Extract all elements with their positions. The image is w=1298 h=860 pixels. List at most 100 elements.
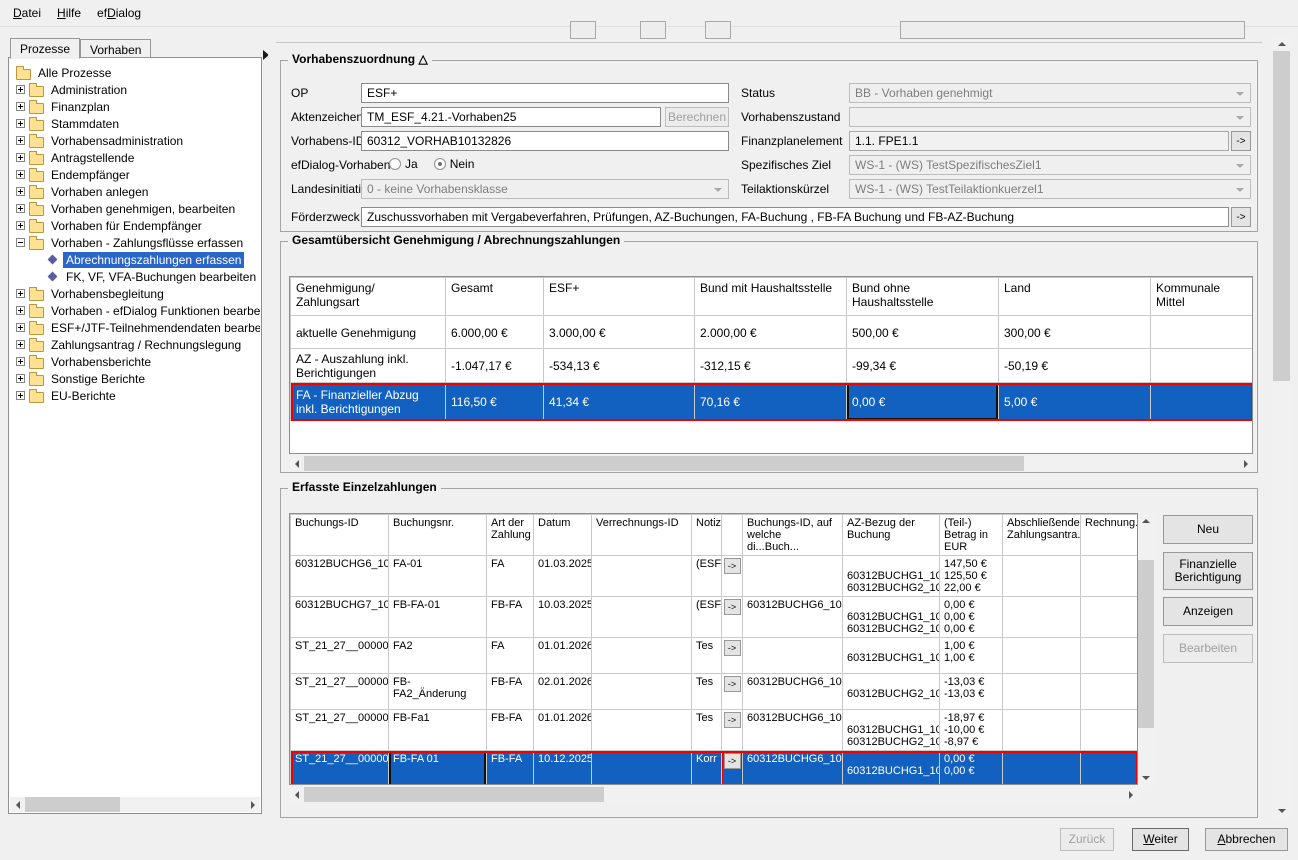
expand-plus-icon[interactable] xyxy=(16,119,25,128)
scroll-left-icon[interactable] xyxy=(10,797,25,812)
expand-plus-icon[interactable] xyxy=(16,374,25,383)
scrollbar-thumb[interactable] xyxy=(1138,560,1154,728)
scrollbar-track[interactable] xyxy=(25,797,245,812)
scrollbar-thumb[interactable] xyxy=(304,787,604,802)
tree-item-label[interactable]: Stammdaten xyxy=(48,116,122,132)
tree-item-teilnehmendendaten[interactable]: ESF+/JTF-Teilnehmendendaten bearbeiten xyxy=(10,319,260,336)
tree-item-vorhaben-anlegen[interactable]: Vorhaben anlegen xyxy=(10,183,260,200)
tab-vorhaben[interactable]: Vorhaben xyxy=(80,39,151,58)
scrollbar-track[interactable] xyxy=(1138,528,1154,770)
main-vertical-scrollbar[interactable] xyxy=(1273,36,1290,818)
tree-item-antragstellende[interactable]: Antragstellende xyxy=(10,149,260,166)
scroll-down-icon[interactable] xyxy=(1138,770,1154,785)
menu-hilfe[interactable]: Hilfe xyxy=(49,0,89,26)
tree-item-eu-berichte[interactable]: EU-Berichte xyxy=(10,387,260,404)
tree-item-label[interactable]: Alle Prozesse xyxy=(35,65,114,81)
tree-item-label[interactable]: Finanzplan xyxy=(48,99,113,115)
tree-item-label[interactable]: Endempfänger xyxy=(48,167,133,183)
table-row-aktuelle-genehmigung[interactable]: aktuelle Genehmigung 6.000,00 € 3.000,00… xyxy=(291,316,1253,349)
tree-item-label[interactable]: Zahlungsantrag / Rechnungslegung xyxy=(48,337,244,353)
scroll-left-icon[interactable] xyxy=(289,456,304,471)
tree-item-label[interactable]: Administration xyxy=(48,82,130,98)
table-row[interactable]: 60312BUCHG7_1013 FB-FA-01 FB-FA 10.03.20… xyxy=(291,597,1138,638)
table-row[interactable]: ST_21_27__000000 FA2 FA 01.01.2026 Tes -… xyxy=(291,638,1138,674)
tree-item-label[interactable]: Vorhaben - efDialog Funktionen bearbeite… xyxy=(48,303,260,319)
tree-item-label[interactable]: ESF+/JTF-Teilnehmendendaten bearbeiten xyxy=(48,320,260,336)
foerderzweck-goto-button[interactable]: -> xyxy=(1231,207,1251,227)
scrollbar-track[interactable] xyxy=(1273,51,1290,803)
expand-plus-icon[interactable] xyxy=(16,102,25,111)
notiz-detail-button[interactable]: -> xyxy=(724,753,741,769)
tree-item-sonstige-berichte[interactable]: Sonstige Berichte xyxy=(10,370,260,387)
tree-item-label[interactable]: Vorhabensberichte xyxy=(48,354,154,370)
notiz-detail-button[interactable]: -> xyxy=(724,640,741,656)
scrollbar-thumb[interactable] xyxy=(25,797,120,812)
finanzplanelement-goto-button[interactable]: -> xyxy=(1231,131,1251,151)
tree-item-vorhaben-genehmigen[interactable]: Vorhaben genehmigen, bearbeiten xyxy=(10,200,260,217)
tree-item-alle-prozesse[interactable]: Alle Prozesse xyxy=(10,64,260,81)
scroll-up-icon[interactable] xyxy=(1138,513,1154,528)
overview-horizontal-scrollbar[interactable] xyxy=(289,456,1253,471)
expand-plus-icon[interactable] xyxy=(16,306,25,315)
tree-item-label[interactable]: Vorhaben - Zahlungsflüsse erfassen xyxy=(48,235,246,251)
tree-item-stammdaten[interactable]: Stammdaten xyxy=(10,115,260,132)
expand-plus-icon[interactable] xyxy=(16,391,25,400)
scrollbar-track[interactable] xyxy=(304,456,1238,471)
tree-item-label[interactable]: Vorhaben für Endempfänger xyxy=(48,218,205,234)
tree-item-label[interactable]: EU-Berichte xyxy=(48,388,119,404)
expand-plus-icon[interactable] xyxy=(16,340,25,349)
scroll-right-icon[interactable] xyxy=(1123,787,1138,802)
expand-plus-icon[interactable] xyxy=(16,153,25,162)
scroll-left-icon[interactable] xyxy=(289,787,304,802)
tree-item-label[interactable]: Vorhaben anlegen xyxy=(48,184,151,200)
op-field[interactable]: ESF+ xyxy=(361,83,729,103)
tree-item-zahlungsantrag[interactable]: Zahlungsantrag / Rechnungslegung xyxy=(10,336,260,353)
scroll-right-icon[interactable] xyxy=(1238,456,1253,471)
foerderzweck-field[interactable]: Zuschussvorhaben mit Vergabeverfahren, P… xyxy=(361,207,1229,227)
tree-item-label[interactable]: Sonstige Berichte xyxy=(48,371,148,387)
sidebar-horizontal-scrollbar[interactable] xyxy=(10,797,260,812)
expand-plus-icon[interactable] xyxy=(16,170,25,179)
expand-plus-icon[interactable] xyxy=(16,221,25,230)
payments-horizontal-scrollbar[interactable] xyxy=(289,787,1138,802)
tree-item-zahlungsfluesse-erfassen[interactable]: Vorhaben - Zahlungsflüsse erfassen xyxy=(10,234,260,251)
expand-plus-icon[interactable] xyxy=(16,204,25,213)
notiz-detail-button[interactable]: -> xyxy=(724,712,741,728)
tree-item-label[interactable]: Vorhabensbegleitung xyxy=(48,286,167,302)
scroll-up-icon[interactable] xyxy=(1273,36,1290,51)
tree-item-label[interactable]: FK, VF, VFA-Buchungen bearbeiten xyxy=(63,269,259,285)
abbrechen-button[interactable]: Abbrechen xyxy=(1205,828,1288,851)
table-row[interactable]: 60312BUCHG6_1013 FA-01 FA 01.03.2025 (ES… xyxy=(291,556,1138,597)
collapse-triangle-icon[interactable]: △ xyxy=(418,52,427,66)
aktenzeichen-field[interactable]: TM_ESF_4.21.-Vorhaben25 xyxy=(361,107,661,127)
menu-efdialog[interactable]: efDialog xyxy=(89,0,149,26)
scroll-right-icon[interactable] xyxy=(245,797,260,812)
vorhabens-id-field[interactable]: 60312_VORHAB10132826 xyxy=(361,131,729,151)
tree-item-vorhabensadministration[interactable]: Vorhabensadministration xyxy=(10,132,260,149)
table-row-selected[interactable]: ST_21_27__000000 FB-FA 01 FB-FA 10.12.20… xyxy=(291,751,1138,786)
table-row[interactable]: ST_21_27__000000 FB-Fa1 FB-FA 01.01.2026… xyxy=(291,710,1138,751)
neu-button[interactable]: Neu xyxy=(1163,515,1253,544)
scrollbar-track[interactable] xyxy=(304,787,1123,802)
expand-plus-icon[interactable] xyxy=(16,187,25,196)
anzeigen-button[interactable]: Anzeigen xyxy=(1163,597,1253,626)
tree-item-abrechnungszahlungen-erfassen[interactable]: Abrechnungszahlungen erfassen xyxy=(10,251,260,268)
menu-datei[interactable]: Datei xyxy=(5,0,49,26)
notiz-detail-button[interactable]: -> xyxy=(724,558,741,574)
notiz-detail-button[interactable]: -> xyxy=(724,676,741,692)
tree-item-label[interactable]: Vorhaben genehmigen, bearbeiten xyxy=(48,201,238,217)
tree-item-endempfaenger[interactable]: Endempfänger xyxy=(10,166,260,183)
tree-item-administration[interactable]: Administration xyxy=(10,81,260,98)
expand-plus-icon[interactable] xyxy=(16,85,25,94)
tree-item-vorhaben-fuer-endempfaenger[interactable]: Vorhaben für Endempfänger xyxy=(10,217,260,234)
collapse-minus-icon[interactable] xyxy=(16,238,25,247)
table-row[interactable]: ST_21_27__000000 FB-FA2_Änderung FB-FA 0… xyxy=(291,674,1138,710)
tree-item-vorhabensbegleitung[interactable]: Vorhabensbegleitung xyxy=(10,285,260,302)
expand-plus-icon[interactable] xyxy=(16,136,25,145)
tree-item-label[interactable]: Abrechnungszahlungen erfassen xyxy=(63,252,244,268)
scrollbar-thumb[interactable] xyxy=(304,456,1024,471)
table-row-az-auszahlung[interactable]: AZ - Auszahlung inkl. Berichtigungen -1.… xyxy=(291,349,1253,383)
payments-vertical-scrollbar[interactable] xyxy=(1138,513,1154,785)
weiter-button[interactable]: Weiter xyxy=(1132,828,1189,851)
expand-plus-icon[interactable] xyxy=(16,357,25,366)
